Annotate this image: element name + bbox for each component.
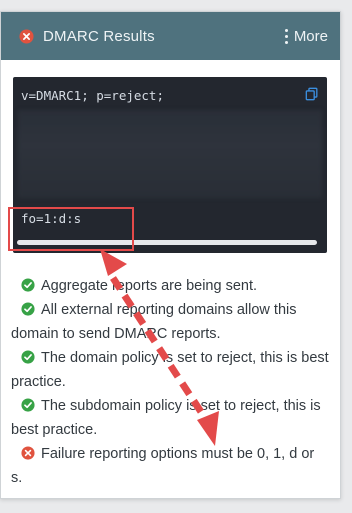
check-circle-icon [21,278,35,292]
horizontal-scrollbar[interactable] [17,240,317,245]
redacted-record-area [18,110,322,198]
result-item-external-domains: All external reporting domains allow thi… [11,298,329,346]
card-header: DMARC Results More [1,12,340,60]
results-list: Aggregate reports are being sent. All ex… [11,274,329,490]
x-circle-icon [21,446,35,460]
more-menu-button[interactable]: More [284,27,328,45]
more-label: More [293,27,328,45]
result-item-subdomain-policy: The subdomain policy is set to reject, t… [11,394,329,442]
result-text: Aggregate reports are being sent. [41,278,258,294]
result-text: The domain policy is set to reject, this… [11,350,329,390]
result-item-domain-policy: The domain policy is set to reject, this… [11,346,329,394]
copy-icon[interactable] [305,87,319,101]
result-text: Failure reporting options must be 0, 1, … [11,446,315,486]
result-item-aggregate: Aggregate reports are being sent. [11,274,329,298]
check-circle-icon [21,302,35,316]
record-line-1: v=DMARC1; p=reject; [21,88,164,103]
result-text: All external reporting domains allow thi… [11,302,297,342]
check-circle-icon [21,398,35,412]
record-line-fo: fo=1:d:s [21,211,82,226]
result-item-failure-reporting: Failure reporting options must be 0, 1, … [11,442,329,490]
dmarc-record-codebox: v=DMARC1; p=reject; fo=1:d:s [13,77,327,253]
kebab-icon [284,28,288,44]
card-title: DMARC Results [43,27,155,45]
check-circle-icon [21,350,35,364]
dmarc-results-card: DMARC Results More v=DMARC1; p=reject; f… [0,11,341,499]
error-circle-icon [19,28,34,44]
result-text: The subdomain policy is set to reject, t… [11,398,321,438]
